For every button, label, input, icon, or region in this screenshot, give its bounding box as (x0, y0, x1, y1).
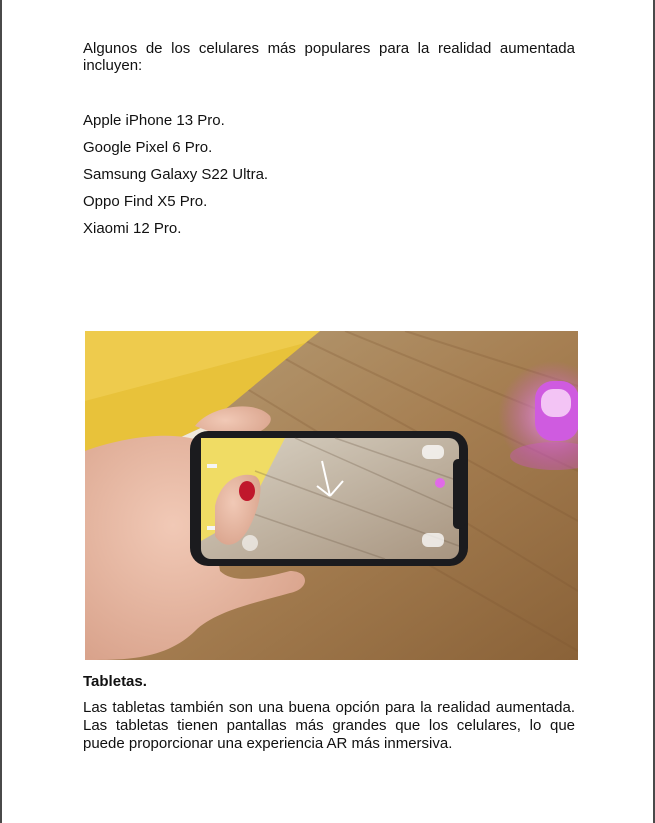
trash-icon (422, 533, 444, 547)
document-page: Algunos de los celulares más populares p… (0, 0, 655, 823)
ar-phone-photo (85, 331, 578, 660)
intro-paragraph: Algunos de los celulares más populares p… (83, 40, 575, 74)
phone-list: Apple iPhone 13 Pro. Google Pixel 6 Pro.… (83, 111, 268, 246)
list-item: Apple iPhone 13 Pro. (83, 112, 225, 129)
list-item: Google Pixel 6 Pro. (83, 139, 213, 156)
list-item: Oppo Find X5 Pro. (83, 193, 208, 210)
shutter-icon (242, 535, 258, 551)
undo-icon (422, 445, 444, 459)
photo-illustration (85, 331, 578, 660)
list-item: Samsung Galaxy S22 Ultra. (83, 166, 269, 183)
section-body: Las tabletas también son una buena opció… (83, 699, 575, 752)
fingernail (239, 481, 255, 501)
list-item: Xiaomi 12 Pro. (83, 220, 182, 237)
section-heading: Tabletas. (83, 673, 147, 690)
